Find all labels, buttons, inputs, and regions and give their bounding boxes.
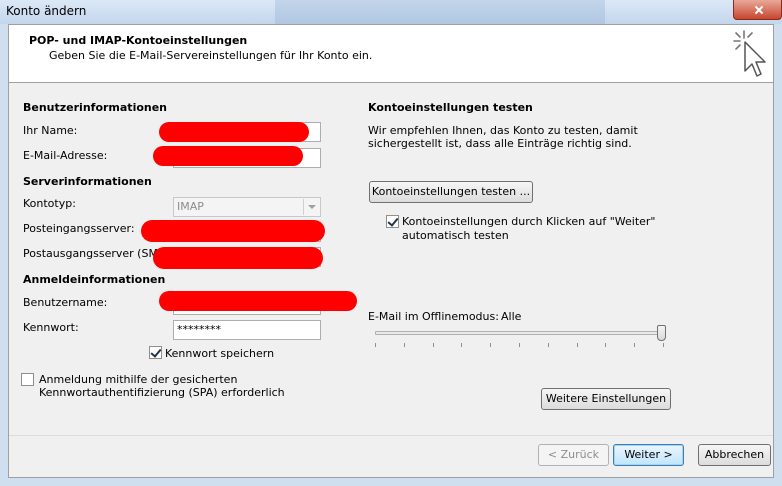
slider-tick: [461, 343, 462, 347]
slider-tick: [490, 343, 491, 347]
slider-tick: [663, 343, 664, 347]
slider-tick: [404, 343, 405, 347]
offline-slider-ticks: [375, 343, 665, 348]
offline-slider-thumb[interactable]: [657, 325, 666, 341]
spa-checkbox[interactable]: [21, 373, 34, 386]
title-bar: Konto ändern: [0, 0, 782, 24]
redaction-mark: [141, 220, 325, 242]
header-subtitle: Geben Sie die E-Mail-Servereinstellungen…: [49, 49, 373, 62]
login-info-section: Anmeldeinformationen: [23, 273, 166, 286]
name-label: Ihr Name:: [23, 124, 78, 137]
header-title: POP- und IMAP-Kontoeinstellungen: [29, 34, 248, 47]
password-input[interactable]: ********: [173, 320, 321, 340]
more-settings-button[interactable]: Weitere Einstellungen: [541, 388, 671, 410]
account-type-label: Kontotyp:: [23, 197, 76, 210]
slider-tick: [577, 343, 578, 347]
spa-label-line2: Kennwortauthentifizierung (SPA) erforder…: [39, 386, 285, 399]
account-type-select[interactable]: IMAP: [173, 197, 321, 217]
test-description-line1: Wir empfehlen Ihnen, das Konto zu testen…: [368, 124, 638, 137]
password-value: ********: [177, 323, 221, 336]
slider-tick: [433, 343, 434, 347]
redaction-mark: [159, 291, 357, 311]
remember-password-checkbox[interactable]: [149, 346, 162, 359]
dialog-header: POP- und IMAP-Kontoeinstellungen Geben S…: [9, 25, 773, 83]
auto-test-label-line1: Kontoeinstellungen durch Klicken auf "We…: [402, 215, 656, 228]
spa-label-line1: Anmeldung mithilfe der gesicherten: [39, 373, 238, 386]
slider-tick: [375, 343, 376, 347]
dialog-window: Konto ändern POP- und IMAP-Kontoeinstell…: [0, 0, 782, 486]
cursor-sparkle-icon: [733, 30, 766, 77]
offline-mode-label: E-Mail im Offlinemodus:: [368, 310, 499, 323]
incoming-server-label: Posteingangsserver:: [23, 222, 135, 235]
close-button[interactable]: [733, 0, 782, 20]
redaction-mark: [153, 146, 303, 166]
slider-tick: [519, 343, 520, 347]
email-label: E-Mail-Adresse:: [23, 149, 108, 162]
offline-slider-track[interactable]: [375, 331, 665, 335]
account-type-value: IMAP: [177, 200, 204, 213]
cancel-button[interactable]: Abbrechen: [698, 444, 771, 466]
slider-tick: [548, 343, 549, 347]
dialog-client: POP- und IMAP-Kontoeinstellungen Geben S…: [8, 24, 774, 478]
offline-mode-value: Alle: [501, 310, 522, 323]
server-info-section: Serverinformationen: [23, 175, 152, 188]
next-button[interactable]: Weiter >: [613, 444, 684, 466]
user-info-section: Benutzerinformationen: [23, 101, 168, 114]
auto-test-label-line2: automatisch testen: [402, 229, 509, 242]
redaction-mark: [159, 122, 309, 142]
password-label: Kennwort:: [23, 321, 79, 334]
test-settings-section: Kontoeinstellungen testen: [368, 101, 533, 114]
slider-tick: [634, 343, 635, 347]
chevron-down-icon: [303, 199, 319, 215]
remember-password-label: Kennwort speichern: [165, 347, 275, 360]
username-label: Benutzername:: [23, 296, 108, 309]
footer-divider: [9, 435, 773, 436]
window-title: Konto ändern: [6, 4, 87, 18]
test-description-line2: sichergestellt ist, dass alle Einträge r…: [368, 137, 632, 150]
auto-test-checkbox[interactable]: [386, 215, 399, 228]
background-window-strip: [275, 0, 605, 24]
test-settings-button[interactable]: Kontoeinstellungen testen ...: [369, 181, 533, 203]
redaction-mark: [153, 247, 323, 269]
slider-tick: [605, 343, 606, 347]
back-button[interactable]: < Zurück: [538, 444, 609, 466]
